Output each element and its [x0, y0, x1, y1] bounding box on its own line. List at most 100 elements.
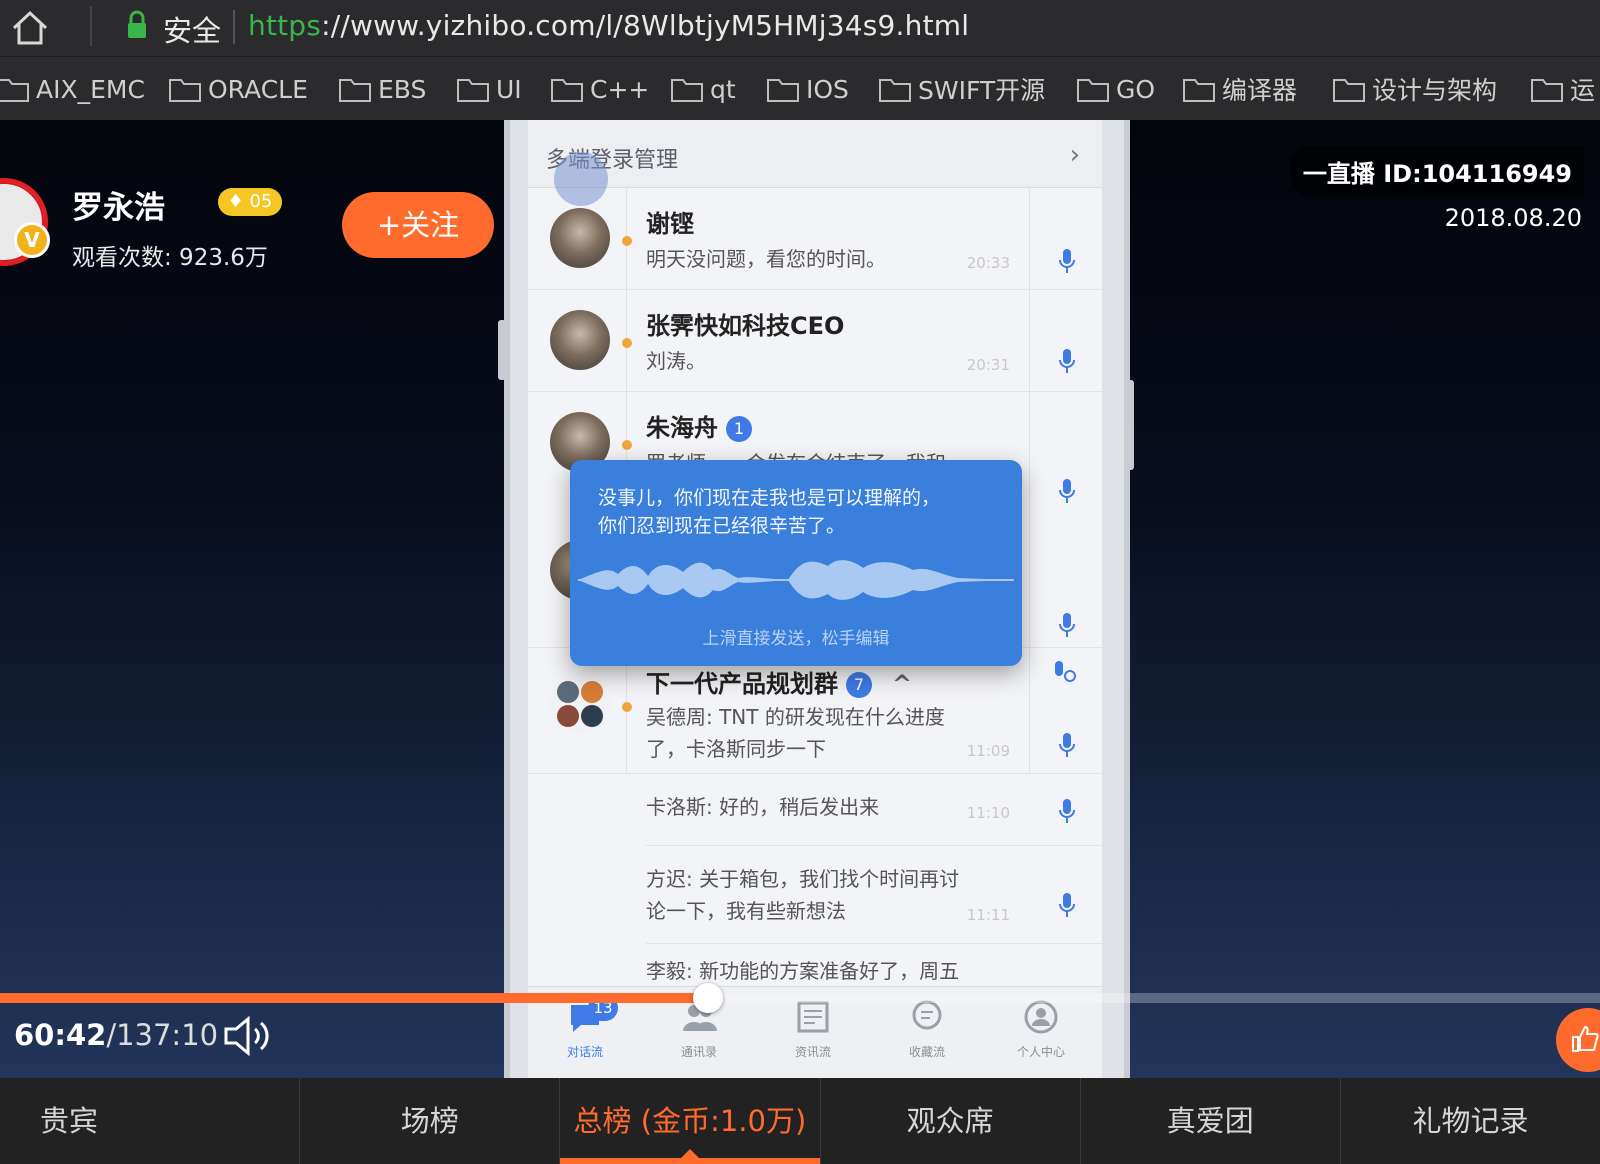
live-date: 2018.08.20: [1444, 204, 1582, 232]
favorites-icon: [912, 1000, 942, 1030]
bookmark-folder[interactable]: qt: [670, 71, 736, 107]
bookmark-folder[interactable]: SWIFT开源: [878, 71, 1045, 107]
bookmark-label: UI: [496, 74, 522, 104]
voice-transcript: 没事儿，你们现在走我也是可以理解的， 你们忍到现在已经很辛苦了。: [598, 487, 941, 537]
chat-message: 吴德周: TNT 的研发现在什么进度: [646, 705, 945, 729]
view-count: 观看次数: 923.6万: [72, 245, 268, 271]
folder-icon: [671, 79, 703, 102]
tab-session-ranking[interactable]: 场榜: [300, 1078, 561, 1164]
folder-icon: [1531, 79, 1563, 102]
bookmark-folder[interactable]: EBS: [338, 71, 426, 107]
news-icon: [797, 1001, 829, 1033]
progress-bar[interactable]: [0, 983, 1600, 1013]
chat-name-with-badge: 朱海舟 1: [646, 408, 752, 443]
chat-message-line2: 了，卡洛斯同步一下: [646, 737, 826, 761]
total-time: /137:10: [106, 1018, 219, 1052]
tab-total-ranking[interactable]: 总榜 (金币:1.0万): [560, 1078, 821, 1164]
current-time: 60:42: [14, 1018, 107, 1052]
bookmark-label: IOS: [806, 74, 849, 104]
bookmark-label: GO: [1116, 74, 1156, 104]
tab-label: 个人中心: [1016, 1045, 1065, 1059]
bookmark-label: 编译器: [1222, 76, 1298, 105]
url-path: ://www.yizhibo.com/l/8WlbtjyM5HMj34s9.ht…: [321, 9, 970, 42]
group-message-row: 方迟: 关于箱包，我们找个时间再讨 论一下，我有些新想法 11:11: [646, 846, 1102, 944]
bookmark-folder[interactable]: 编译器: [1182, 71, 1297, 107]
tab-label: 通讯录: [680, 1045, 717, 1059]
bottom-tab-bar: 贵宾 场榜 总榜 (金币:1.0万) 观众席 真爱团 礼物记录: [0, 1078, 1600, 1164]
lock-icon: [128, 10, 146, 38]
chat-time: 20:31: [966, 356, 1010, 374]
tab-news: 资讯流: [756, 997, 870, 1060]
chat-message: 方迟: 关于箱包，我们找个时间再讨: [646, 867, 960, 891]
timeline-dot: [622, 702, 632, 712]
bookmark-folder[interactable]: 设计与架构: [1332, 71, 1497, 107]
tab-conversations: 13 对话流: [528, 995, 642, 1060]
time-readout: 60:42/137:10: [14, 1018, 218, 1052]
folder-icon: [551, 79, 583, 102]
chat-name: 朱海舟: [646, 414, 718, 442]
tab-label: 对话流: [566, 1045, 603, 1059]
bookmark-label: 设计与架构: [1372, 76, 1498, 105]
secure-label: 安全: [163, 14, 222, 48]
folder-icon: [169, 79, 201, 102]
folder-icon: [767, 79, 799, 102]
tab-gift-records[interactable]: 礼物记录: [1341, 1078, 1600, 1164]
bookmark-label: ORACLE: [208, 74, 308, 104]
url-field[interactable]: https://www.yizhibo.com/l/8WlbtjyM5HMj34…: [248, 9, 969, 42]
microphone-icon: [1059, 349, 1075, 373]
bookmark-folder[interactable]: AIX_EMC: [0, 71, 145, 107]
timeline-dot: [622, 236, 632, 246]
folder-icon: [879, 79, 911, 102]
bookmark-folder[interactable]: GO: [1076, 71, 1155, 107]
chat-message: 李毅: 新功能的方案准备好了，周五: [646, 959, 960, 983]
toolbar-divider: [90, 6, 92, 46]
screen-header: 多端登录管理 ›: [528, 120, 1102, 188]
folder-icon: [0, 79, 29, 102]
home-icon[interactable]: [8, 6, 52, 50]
microphone-icon: [1059, 249, 1075, 273]
chat-row: 谢铿 明天没问题，看您的时间。 20:33: [528, 188, 1102, 290]
url-scheme: https: [248, 9, 322, 42]
tab-fan-club[interactable]: 真爱团: [1081, 1078, 1341, 1164]
address-bar: 安全 https://www.yizhibo.com/l/8WlbtjyM5HM…: [0, 0, 1600, 56]
folder-icon: [339, 79, 371, 102]
volume-icon[interactable]: [222, 1014, 276, 1058]
microphone-icon: [1059, 799, 1075, 823]
timeline-dot: [622, 440, 632, 450]
timeline-dot: [622, 338, 632, 348]
tab-favorites: 收藏流: [870, 997, 984, 1060]
chat-row: 下一代产品规划群 7 ^ 吴德周: TNT 的研发现在什么进度 了，卡洛斯同步一下 …: [528, 648, 1102, 774]
live-id: 一直播 ID:104116949: [1290, 146, 1584, 197]
level-badge: ♦ 05: [218, 188, 282, 216]
tab-vip[interactable]: 贵宾: [0, 1078, 301, 1164]
chat-time: 20:33: [966, 254, 1010, 272]
group-avatar: [550, 674, 610, 734]
chevron-up-icon: ^: [892, 670, 913, 698]
column-divider: [1029, 648, 1030, 773]
column-divider: [1029, 188, 1030, 289]
host-name[interactable]: 罗永浩: [72, 182, 165, 227]
profile-icon: [1024, 1000, 1058, 1034]
bookmark-folder[interactable]: IOS: [766, 71, 849, 107]
bookmark-label: EBS: [378, 74, 427, 104]
folder-icon: [1333, 79, 1365, 102]
bookmark-folder[interactable]: ORACLE: [168, 71, 308, 107]
bookmarks-bar: AIX_EMC ORACLE EBS UI C++ qt IOS SWIFT开源…: [0, 56, 1600, 120]
column-divider: [1029, 290, 1030, 391]
bookmark-label: SWIFT开源: [918, 76, 1046, 105]
follow-button[interactable]: +关注: [342, 192, 494, 258]
group-message-row: 卡洛斯: 好的，稍后发出来 11:10: [646, 774, 1102, 846]
thumbs-up-icon: [1572, 1025, 1599, 1052]
tab-audience[interactable]: 观众席: [821, 1078, 1081, 1164]
unread-badge: 1: [726, 416, 752, 442]
bookmark-folder[interactable]: C++: [550, 71, 649, 107]
chat-message: 卡洛斯: 好的，稍后发出来: [646, 795, 880, 819]
bookmark-folder[interactable]: UI: [456, 71, 522, 107]
progress-fill: [0, 993, 709, 1003]
chat-name: 张霁快如科技CEO: [646, 312, 845, 340]
voice-hint: 上滑直接发送，松手编辑: [702, 629, 890, 649]
chat-message-line2: 论一下，我有些新想法: [646, 899, 846, 923]
level-value: 05: [249, 191, 273, 212]
bookmark-folder[interactable]: 运: [1530, 71, 1595, 107]
unread-badge: 7: [846, 672, 872, 698]
